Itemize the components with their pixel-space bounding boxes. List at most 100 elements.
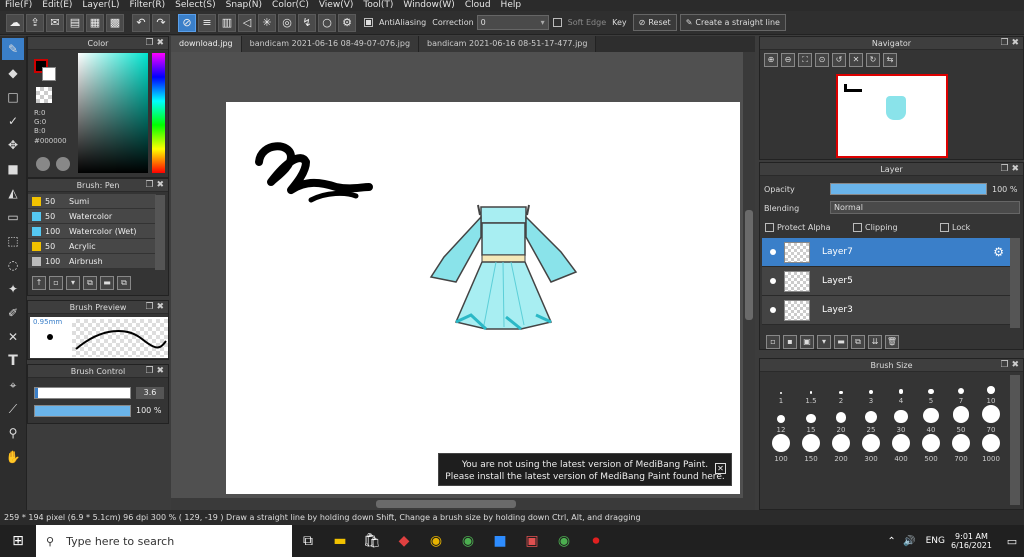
drawing-paper[interactable]: [226, 102, 740, 494]
zoom-in-icon[interactable]: ⊕: [764, 53, 778, 67]
magic-wand-tool-icon[interactable]: ✦: [2, 278, 24, 300]
snap-curve-icon[interactable]: ↯: [298, 13, 316, 32]
document-tab[interactable]: bandicam 2021-06-16 08-49-07-076.jpg: [241, 36, 420, 52]
brush-list-item[interactable]: 100 Airbrush: [28, 254, 156, 269]
task-view-icon[interactable]: ⧉: [292, 525, 324, 557]
divide-tool-icon[interactable]: ⟋: [2, 398, 24, 420]
menu-item[interactable]: Edit(E): [37, 0, 77, 11]
new-layer-icon[interactable]: ▫: [766, 335, 780, 349]
menu-item[interactable]: View(V): [314, 0, 359, 11]
rotate-right-icon[interactable]: ↻: [866, 53, 880, 67]
update-notice[interactable]: You are not using the latest version of …: [438, 453, 732, 486]
close-icon[interactable]: ❐ ✖: [146, 179, 164, 192]
brush-size-cell[interactable]: 500: [916, 434, 946, 463]
visibility-icon[interactable]: [770, 249, 776, 255]
vertical-scroll-thumb[interactable]: [745, 210, 753, 320]
comic-icon[interactable]: ▤: [66, 13, 84, 32]
bucket-tool-icon[interactable]: ◭: [2, 182, 24, 204]
layer-folder-icon[interactable]: ▬: [834, 335, 848, 349]
up-icon[interactable]: ↑: [32, 276, 46, 290]
menu-item[interactable]: Cloud: [460, 0, 496, 11]
brush-size-cell[interactable]: 1.5: [796, 376, 826, 405]
clipping-box[interactable]: [853, 223, 862, 232]
brush-size-cell[interactable]: 50: [946, 405, 976, 434]
eraser-tool-icon[interactable]: ◆: [2, 62, 24, 84]
layer-row[interactable]: Layer5: [762, 267, 1010, 296]
panel-icon[interactable]: ▦: [86, 13, 104, 32]
brush-size-cell[interactable]: 2: [826, 376, 856, 405]
clock[interactable]: 9:01 AM 6/16/2021: [951, 532, 992, 550]
menu-item[interactable]: Color(C): [267, 0, 314, 11]
merge-layer-icon[interactable]: ⇊: [868, 335, 882, 349]
layer-settings-icon[interactable]: ⚙: [993, 245, 1004, 259]
taskbar-search[interactable]: ⚲ Type here to search: [36, 525, 292, 557]
brush-list-item[interactable]: 100 Watercolor (Wet): [28, 224, 156, 239]
snap-off-icon[interactable]: ⊘: [178, 13, 196, 32]
zoom-icon[interactable]: ■: [484, 525, 516, 557]
layer-opacity-slider[interactable]: [830, 183, 987, 195]
brush-size-cell[interactable]: 100: [766, 434, 796, 463]
hue-slider[interactable]: [152, 53, 165, 173]
delete-layer-icon[interactable]: 🗑: [885, 335, 899, 349]
fit-icon[interactable]: ⛶: [798, 53, 812, 67]
flip-icon[interactable]: ⇆: [883, 53, 897, 67]
close-icon[interactable]: ❐ ✖: [1001, 359, 1019, 372]
correction-select[interactable]: 0: [476, 15, 549, 30]
brush-size-cell[interactable]: 3: [856, 376, 886, 405]
export-icon[interactable]: ⇪: [26, 13, 44, 32]
menu-item[interactable]: Filter(R): [125, 0, 171, 11]
chrome-2-icon[interactable]: ◉: [548, 525, 580, 557]
brush-size-cell[interactable]: 150: [796, 434, 826, 463]
app-green-icon[interactable]: ◉: [452, 525, 484, 557]
actual-size-icon[interactable]: ⊙: [815, 53, 829, 67]
volume-icon[interactable]: 🔊: [900, 525, 920, 557]
background-color-swatch[interactable]: [42, 67, 56, 81]
menu-item[interactable]: Layer(L): [77, 0, 124, 11]
gradient-tool-icon[interactable]: ▭: [2, 206, 24, 228]
protect-alpha-checkbox[interactable]: Protect Alpha: [765, 223, 831, 232]
language-indicator[interactable]: ENG: [926, 536, 945, 546]
visibility-icon[interactable]: [770, 307, 776, 313]
move-tool-icon[interactable]: ✥: [2, 134, 24, 156]
canvas-vertical-scrollbar[interactable]: [743, 52, 755, 510]
close-icon[interactable]: ❐ ✖: [146, 301, 164, 314]
brush-size-cell[interactable]: 1: [766, 376, 796, 405]
select-pen-tool-icon[interactable]: ✐: [2, 302, 24, 324]
store-icon[interactable]: 🛍: [356, 525, 388, 557]
new-halftone-layer-icon[interactable]: ▪: [783, 335, 797, 349]
brush-list-item[interactable]: 50 Sumi: [28, 194, 156, 209]
menu-item[interactable]: File(F): [0, 0, 37, 11]
new-8bit-layer-icon[interactable]: ▣: [800, 335, 814, 349]
redo-icon[interactable]: ↷: [152, 13, 170, 32]
protect-alpha-box[interactable]: [765, 223, 774, 232]
brush-size-cell[interactable]: 40: [916, 405, 946, 434]
snap-radial-icon[interactable]: ✳: [258, 13, 276, 32]
lasso-tool-icon[interactable]: ◌: [2, 254, 24, 276]
brush-size-cell[interactable]: 70: [976, 405, 1006, 434]
menu-item[interactable]: Select(S): [170, 0, 221, 11]
navigator-preview[interactable]: [836, 74, 948, 158]
close-icon[interactable]: ❐ ✖: [1001, 163, 1019, 176]
rotate-left-icon[interactable]: ↺: [832, 53, 846, 67]
check-tool-icon[interactable]: ✓: [2, 110, 24, 132]
brush-size-cell[interactable]: 4: [886, 376, 916, 405]
menu-item[interactable]: Snap(N): [221, 0, 267, 11]
straight-line-button[interactable]: ✎ Create a straight line: [679, 14, 786, 31]
menu-item[interactable]: Window(W): [398, 0, 459, 11]
file-explorer-icon[interactable]: ▬: [324, 525, 356, 557]
menu-item[interactable]: Help: [496, 0, 527, 11]
brush-size-cell[interactable]: 700: [946, 434, 976, 463]
color-history-icon[interactable]: [56, 157, 70, 171]
horizontal-scroll-thumb[interactable]: [376, 500, 516, 508]
select-eraser-tool-icon[interactable]: ✕: [2, 326, 24, 348]
soft-edge-checkbox[interactable]: [552, 18, 562, 27]
cloud-icon[interactable]: ☁: [6, 13, 24, 32]
brush-size-cell[interactable]: 400: [886, 434, 916, 463]
snap-ellipse-icon[interactable]: ○: [318, 13, 336, 32]
brush-size-cell[interactable]: 200: [826, 434, 856, 463]
zoom-out-icon[interactable]: ⊖: [781, 53, 795, 67]
lock-box[interactable]: [940, 223, 949, 232]
snap-parallel-icon[interactable]: ≡: [198, 13, 216, 32]
visibility-icon[interactable]: [770, 278, 776, 284]
medibang-icon[interactable]: ▣: [516, 525, 548, 557]
